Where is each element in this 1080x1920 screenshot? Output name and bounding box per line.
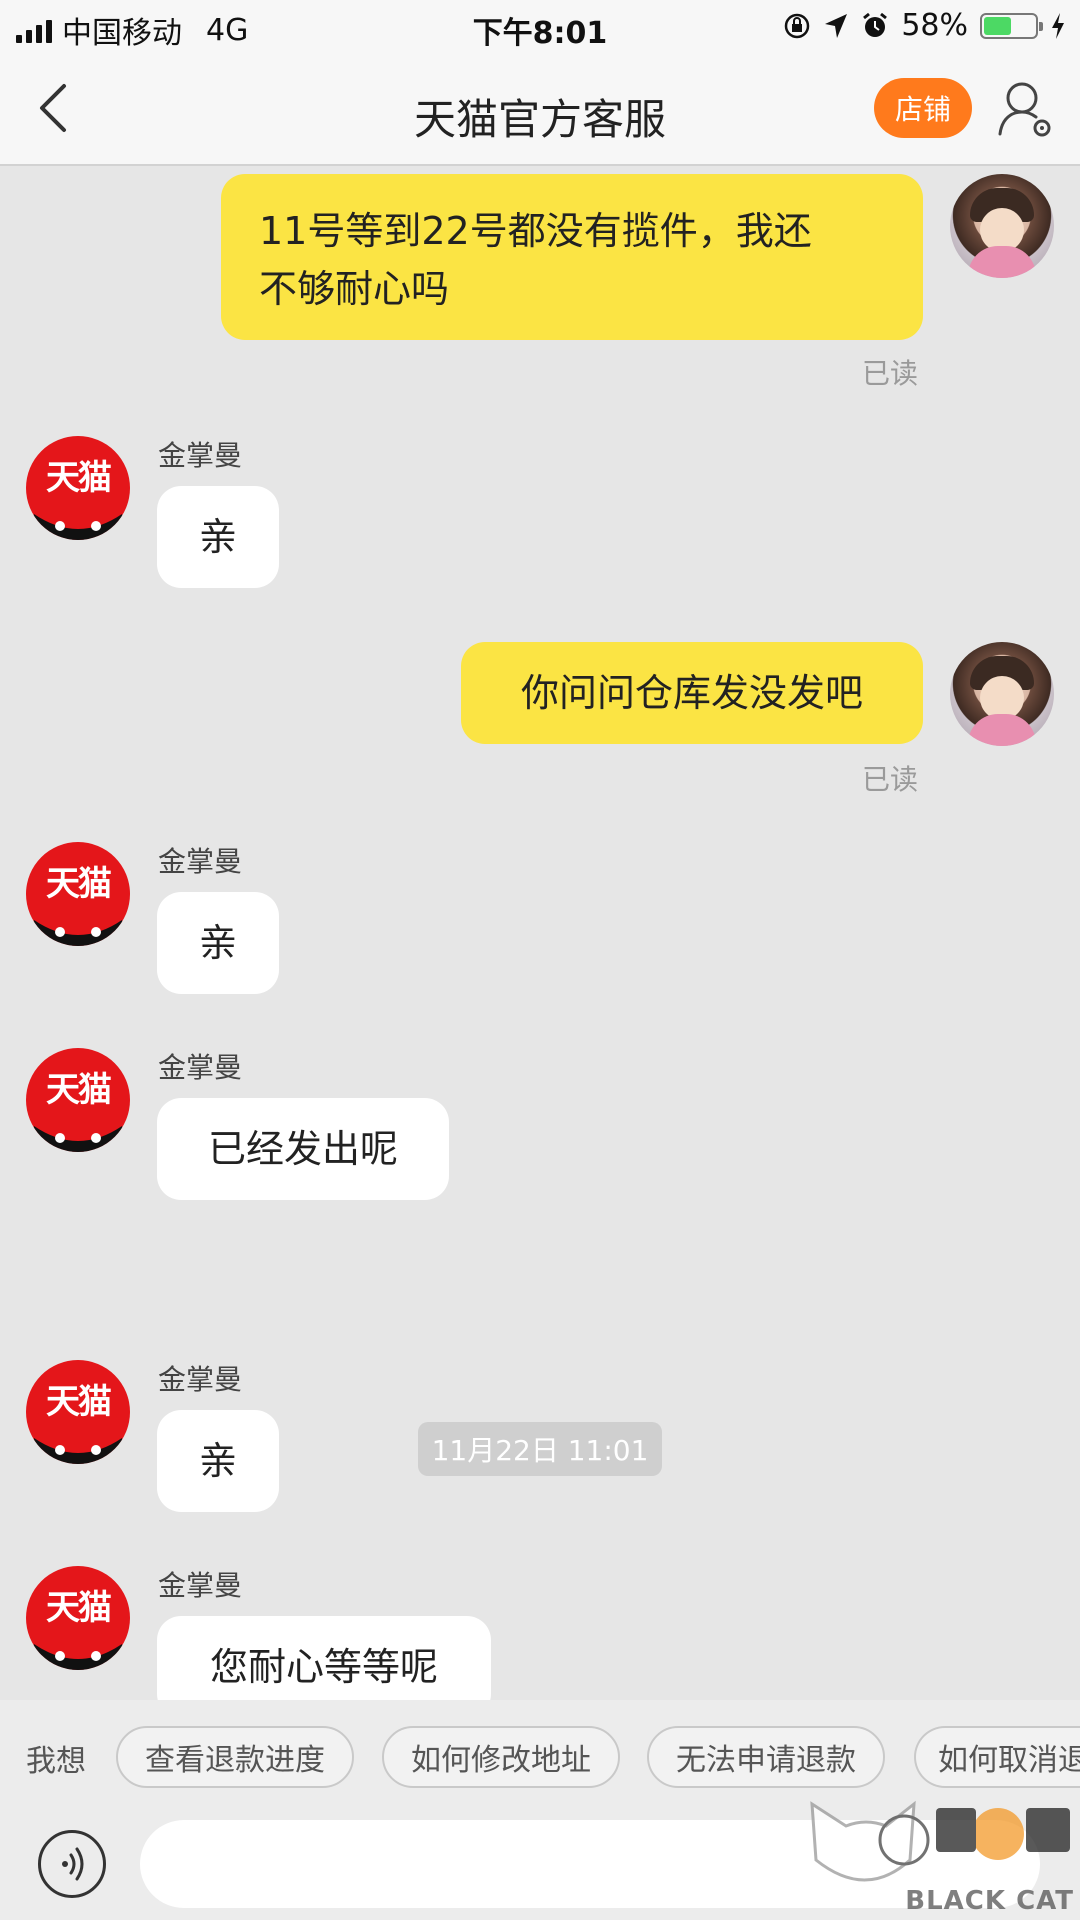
tmall-avatar[interactable]: 天猫 [26, 436, 130, 540]
read-status: 已读 [862, 357, 919, 390]
avatar-text: 天猫 [46, 1382, 112, 1422]
charging-icon [1052, 12, 1064, 39]
message-bubble-theirs[interactable]: 亲 [157, 486, 279, 588]
tmall-cat-icon [26, 1644, 130, 1670]
message-text: 亲 [198, 921, 237, 965]
sender-name: 金掌曼 [158, 1363, 243, 1396]
tmall-cat-icon [26, 920, 130, 946]
status-bar: 中国移动 4G 下午8:01 58% [0, 0, 1080, 54]
watermark-text: BLACK CAT [905, 1886, 1074, 1916]
avatar-text: 天猫 [46, 1070, 112, 1110]
black-cat-watermark: BLACK CAT [806, 1800, 1080, 1920]
message-bubble-theirs[interactable]: 亲 [157, 1410, 279, 1512]
message-text: 11号等到22号都没有揽件，我还 [259, 209, 812, 253]
shop-button[interactable]: 店铺 [874, 78, 972, 138]
sender-name: 金掌曼 [158, 1569, 243, 1602]
tmall-cat-icon [26, 1438, 130, 1464]
read-status: 已读 [862, 763, 919, 796]
chat-area[interactable]: 11号等到22号都没有揽件，我还 不够耐心吗 已读 天猫 金掌曼 亲 你问问仓库… [0, 166, 1080, 1700]
tmall-avatar[interactable]: 天猫 [26, 1360, 130, 1464]
avatar-text: 天猫 [46, 458, 112, 498]
profile-settings-button[interactable] [996, 78, 1056, 142]
tmall-cat-icon [26, 1126, 130, 1152]
tmall-avatar[interactable]: 天猫 [26, 1048, 130, 1152]
timestamp-divider: 11月22日 11:01 [418, 1422, 662, 1476]
quick-reply-chip[interactable]: 如何修改地址 [382, 1726, 620, 1788]
message-bubble-theirs[interactable]: 亲 [157, 892, 279, 994]
quick-reply-bar: 我想 查看退款进度 如何修改地址 无法申请退款 如何取消退 [0, 1700, 1080, 1812]
message-text: 亲 [198, 515, 237, 559]
sender-name: 金掌曼 [158, 1051, 243, 1084]
user-avatar[interactable] [950, 642, 1054, 746]
user-settings-icon [998, 82, 1051, 137]
location-arrow-icon [825, 13, 848, 38]
sender-name: 金掌曼 [158, 845, 243, 878]
avatar-text: 天猫 [46, 864, 112, 904]
quick-reply-chip[interactable]: 无法申请退款 [647, 1726, 885, 1788]
voice-icon [62, 1847, 84, 1881]
battery-icon [980, 12, 1043, 39]
voice-input-button[interactable] [38, 1830, 106, 1898]
user-avatar[interactable] [950, 174, 1054, 278]
nav-bar: 天猫官方客服 店铺 [0, 54, 1080, 166]
quick-reply-chip[interactable]: 查看退款进度 [116, 1726, 354, 1788]
alarm-icon [863, 12, 888, 37]
tmall-avatar[interactable]: 天猫 [26, 1566, 130, 1670]
sender-name: 金掌曼 [158, 439, 243, 472]
message-text: 亲 [198, 1439, 237, 1483]
avatar-text: 天猫 [46, 1588, 112, 1628]
message-bubble-theirs[interactable]: 已经发出呢 [157, 1098, 449, 1200]
tmall-cat-icon [26, 514, 130, 540]
message-bubble-theirs[interactable]: 您耐心等等呢 [157, 1616, 491, 1700]
quick-reply-chip[interactable]: 如何取消退 [914, 1726, 1080, 1788]
status-right: 58% [783, 8, 1066, 43]
message-text: 已经发出呢 [207, 1127, 398, 1171]
message-text: 你问问仓库发没发吧 [520, 671, 863, 715]
rotation-lock-icon [785, 13, 810, 38]
battery-percent: 58% [901, 8, 968, 43]
quick-reply-label: 我想 [26, 1744, 86, 1779]
message-text: 不够耐心吗 [259, 267, 450, 311]
tmall-avatar[interactable]: 天猫 [26, 842, 130, 946]
battery-level-fill [984, 16, 1011, 35]
message-bubble-mine[interactable]: 11号等到22号都没有揽件，我还 不够耐心吗 [221, 174, 923, 340]
black-cat-logo-icon [810, 1800, 1070, 1882]
message-bubble-mine[interactable]: 你问问仓库发没发吧 [461, 642, 923, 744]
message-text: 您耐心等等呢 [209, 1645, 438, 1689]
